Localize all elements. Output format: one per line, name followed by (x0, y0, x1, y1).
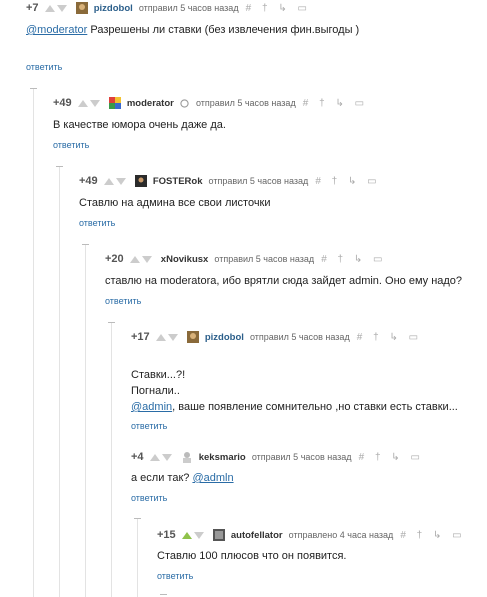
upvote-icon[interactable] (77, 99, 88, 107)
comment-tools-icons[interactable]: # † ↳ ▭ (246, 3, 311, 14)
comment-header: +15 autofellator отправлено 4 часа назад… (157, 529, 466, 545)
avatar[interactable] (108, 97, 121, 110)
collapse-toggle[interactable] (134, 518, 141, 519)
comment-header: +4 keksmario отправил 5 часов назад # † … (131, 451, 424, 467)
comment-tools-icons[interactable]: # † ↳ ▭ (321, 254, 386, 265)
comment-rating: +17 (131, 331, 150, 344)
comment-rating: +49 (53, 97, 72, 110)
comment-header: +20 xNovikusx отправил 5 часов назад # †… (105, 253, 386, 269)
reply-link[interactable]: ответить (131, 493, 167, 503)
avatar[interactable] (181, 451, 193, 464)
collapse-toggle[interactable] (82, 244, 89, 245)
reply-link[interactable]: ответить (79, 218, 115, 228)
thread-line (33, 88, 34, 597)
timestamp: отправлено 4 часа назад (288, 530, 394, 541)
username[interactable]: FOSTERok (153, 176, 203, 187)
thread-line (85, 244, 86, 597)
avatar[interactable] (134, 175, 147, 188)
avatar[interactable] (212, 529, 225, 542)
comment-body: , ваше появление сомнительно ,но ставки … (172, 401, 458, 413)
vote-arrows (149, 451, 174, 463)
reply-link[interactable]: ответить (26, 62, 62, 72)
comment-body-line: Погнали.. (131, 385, 180, 397)
vote-arrows (155, 331, 180, 343)
comment-body: В качестве юмора очень даже да. (53, 119, 226, 131)
username[interactable]: moderator (127, 98, 174, 109)
username[interactable]: autofellator (231, 530, 283, 541)
thread-line (137, 518, 138, 597)
mention-link[interactable]: @admin (131, 401, 172, 413)
upvote-icon[interactable] (44, 4, 55, 12)
timestamp: отправил 5 часов назад (195, 98, 296, 109)
username[interactable]: xNovikusx (161, 254, 209, 265)
vote-arrows (129, 253, 154, 265)
downvote-icon[interactable] (56, 4, 67, 12)
avatar[interactable] (186, 331, 199, 344)
vote-arrows (44, 2, 69, 14)
username[interactable]: keksmario (199, 452, 246, 463)
downvote-icon[interactable] (115, 177, 126, 185)
timestamp: отправил 5 часов назад (138, 3, 239, 14)
avatar[interactable] (75, 2, 88, 15)
comment-header: +7 pizdobol отправил 5 часов назад # † ↳… (26, 2, 311, 18)
timestamp: отправил 5 часов назад (208, 176, 309, 187)
comment-header: +49 FOSTERok отправил 5 часов назад # † … (79, 175, 381, 191)
vote-arrows (181, 529, 206, 541)
upvote-icon[interactable] (155, 333, 166, 341)
comment-body: ставлю на moderatora, ибо врятли сюда за… (105, 275, 463, 287)
comment-body-line: Ставки...?! (131, 369, 186, 381)
upvote-icon[interactable] (149, 453, 160, 461)
comment-header: +49 moderator отправил 5 часов назад # †… (53, 97, 368, 113)
comment-tools-icons[interactable]: # † ↳ ▭ (315, 176, 380, 187)
downvote-icon[interactable] (89, 99, 100, 107)
vote-arrows (77, 97, 102, 109)
downvote-icon[interactable] (141, 255, 152, 263)
timestamp: отправил 5 часов назад (214, 254, 315, 265)
reply-link[interactable]: ответить (53, 140, 89, 150)
comment-rating: +15 (157, 529, 176, 542)
upvote-icon[interactable] (181, 531, 192, 539)
reply-link[interactable]: ответить (131, 421, 167, 431)
comment-header: +17 pizdobol отправил 5 часов назад # † … (131, 331, 422, 347)
thread-line (59, 166, 60, 597)
username[interactable]: pizdobol (205, 332, 244, 343)
comment-rating: +4 (131, 451, 144, 464)
comment-body-line: @admin, ваше появление сомнительно ,но с… (131, 400, 458, 415)
mention-link[interactable]: @moderator (26, 24, 87, 36)
downvote-icon[interactable] (167, 333, 178, 341)
upvote-icon[interactable] (103, 177, 114, 185)
upvote-icon[interactable] (129, 255, 140, 263)
comment-body: Ставлю 100 плюсов что он появится. (157, 550, 347, 562)
downvote-icon[interactable] (193, 531, 204, 539)
comment-rating: +20 (105, 253, 124, 266)
reply-link[interactable]: ответить (105, 296, 141, 306)
username[interactable]: pizdobol (94, 3, 133, 14)
comment-text: @moderator Разрешены ли ставки (без извл… (26, 23, 359, 38)
moderator-badge-icon (180, 98, 189, 108)
collapse-toggle[interactable] (160, 594, 167, 595)
reply-link[interactable]: ответить (157, 571, 193, 581)
collapse-toggle[interactable] (108, 322, 115, 323)
comment-body: Ставлю на админа все свои листочки (79, 197, 271, 209)
comment-body: Разрешены ли ставки (без извлечения фин.… (90, 24, 360, 36)
comment-rating: +7 (26, 2, 39, 15)
collapse-toggle[interactable] (30, 88, 37, 89)
comment-rating: +49 (79, 175, 98, 188)
collapse-toggle[interactable] (56, 166, 63, 167)
comment-text: а если так? @admln (131, 471, 234, 486)
timestamp: отправил 5 часов назад (249, 332, 350, 343)
thread-line (111, 322, 112, 597)
comment-tools-icons[interactable]: # † ↳ ▭ (303, 98, 368, 109)
vote-arrows (103, 175, 128, 187)
comment-tools-icons[interactable]: # † ↳ ▭ (357, 332, 422, 343)
comment-body: а если так? (131, 472, 190, 484)
comment-tools-icons[interactable]: # † ↳ ▭ (400, 530, 465, 541)
downvote-icon[interactable] (161, 453, 172, 461)
comment-tools-icons[interactable]: # † ↳ ▭ (359, 452, 424, 463)
mention-link[interactable]: @admln (192, 472, 233, 484)
timestamp: отправил 5 часов назад (251, 452, 352, 463)
